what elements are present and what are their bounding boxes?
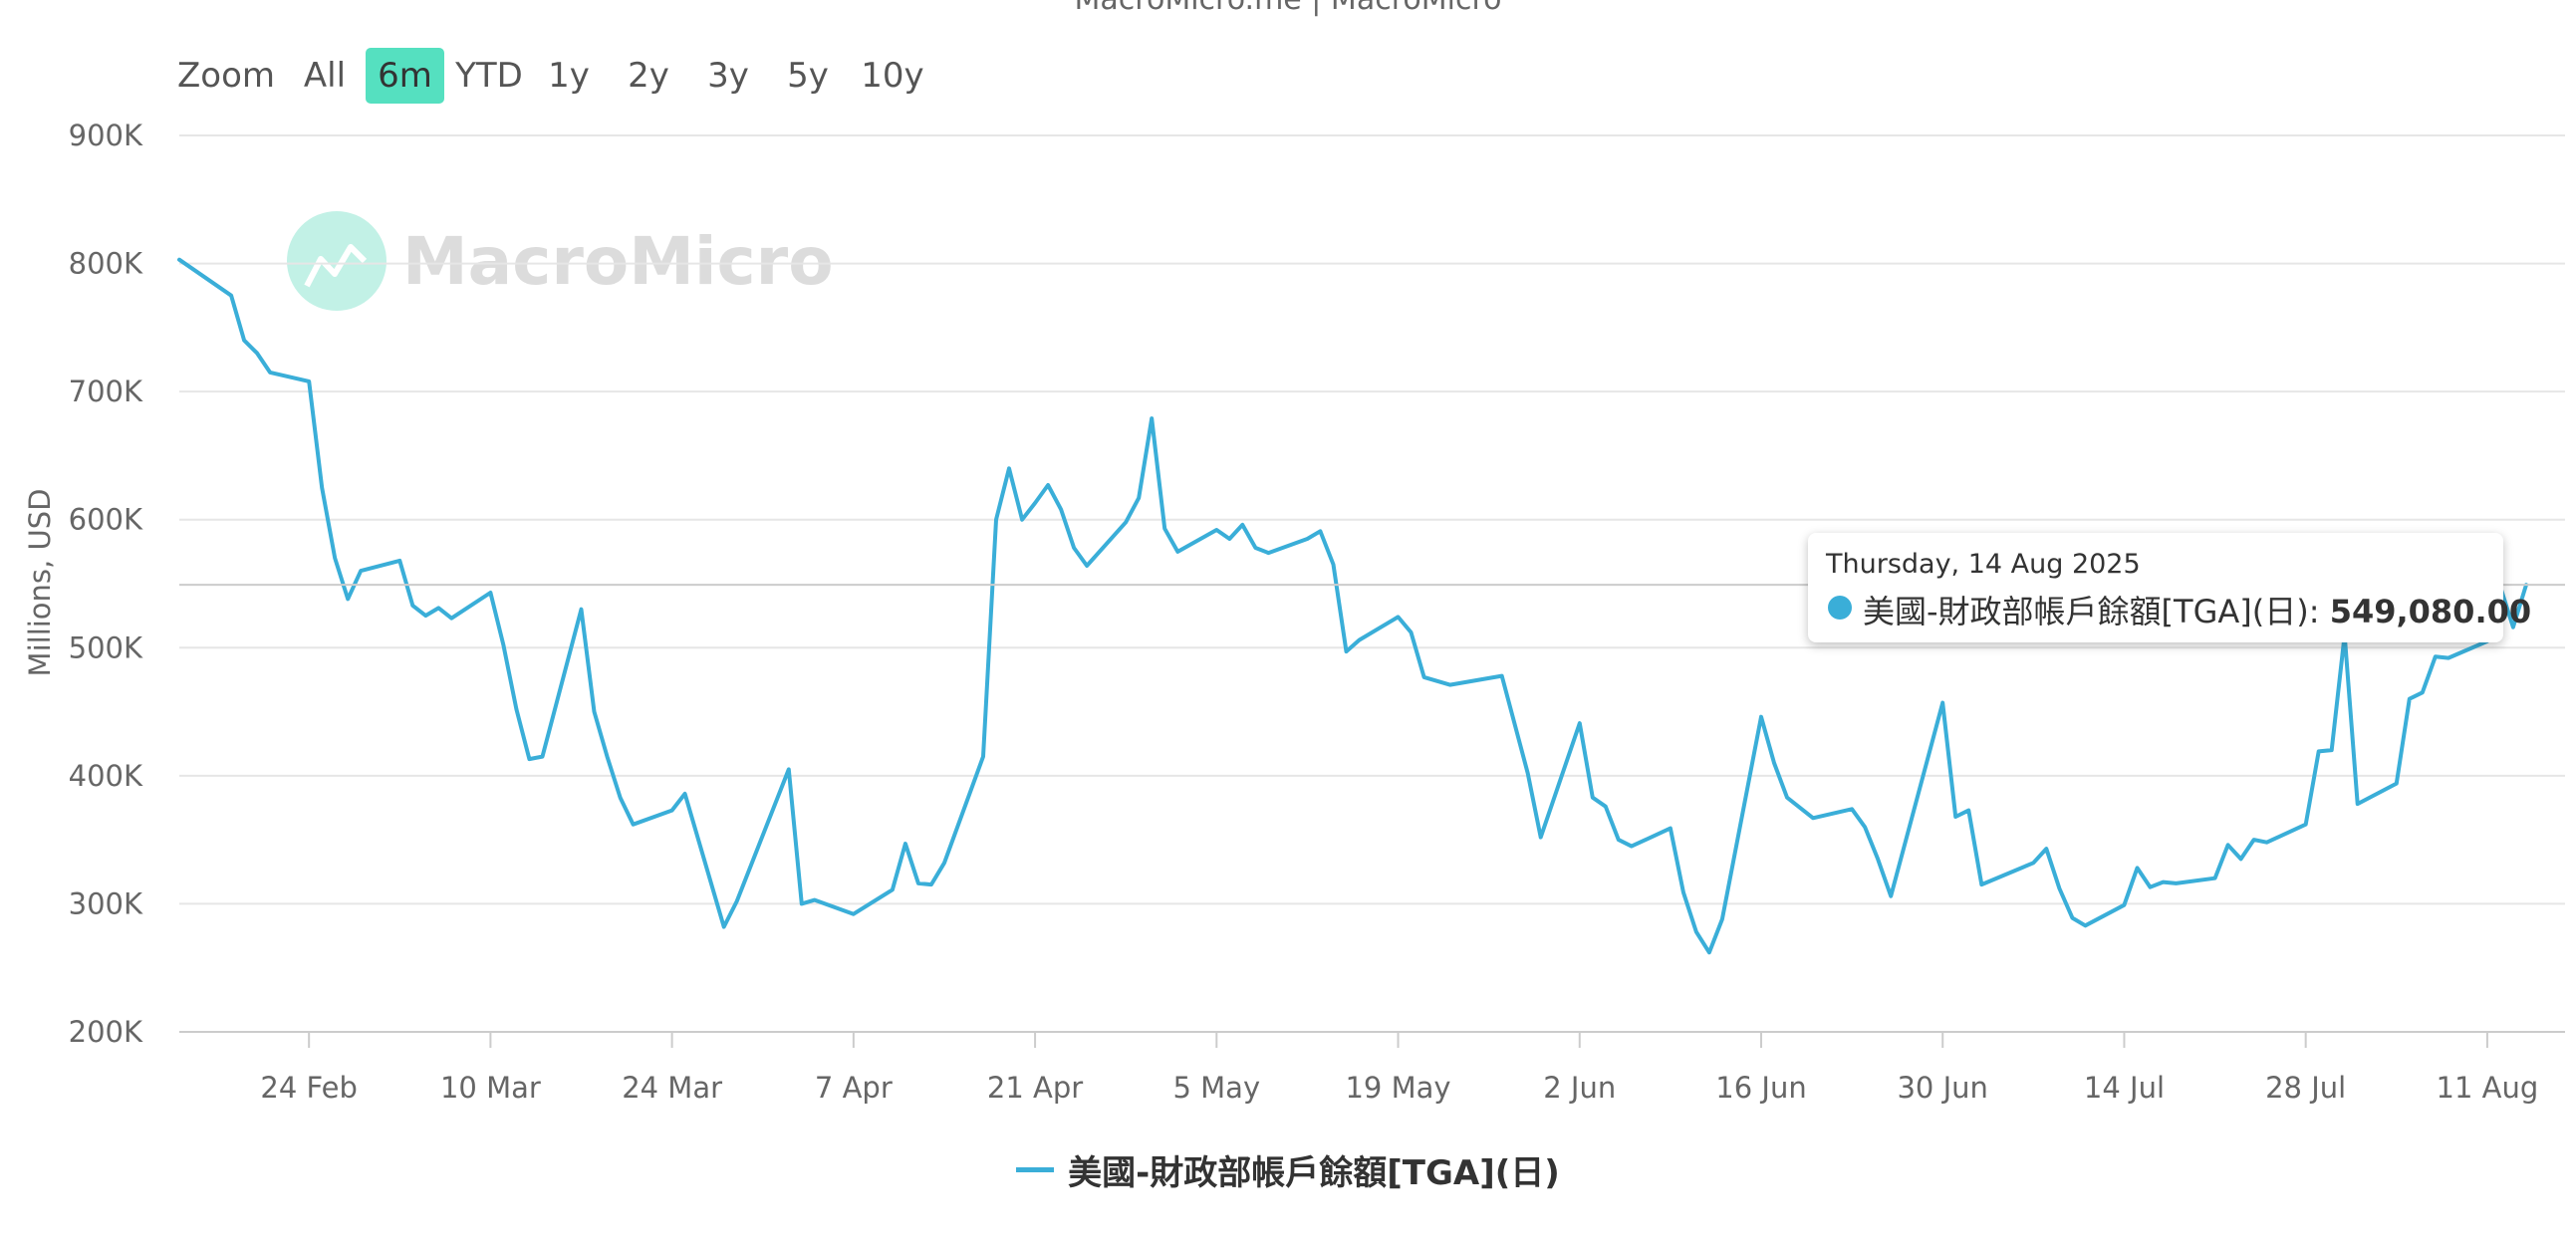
chart-legend: 美國-財政部帳戶餘額[TGA](日) xyxy=(0,1145,2576,1195)
y-tick-label: 500K xyxy=(69,630,143,664)
x-tick-label: 30 Jun xyxy=(1897,1071,1987,1105)
x-tick-label: 21 Apr xyxy=(987,1071,1083,1105)
chart-page: MacroMicro.me | MacroMicro Zoom All 6m Y… xyxy=(0,0,2576,1251)
x-axis: 24 Feb 10 Mar 24 Mar 7 Apr 21 Apr 5 May 19 May… xyxy=(179,1031,2565,1105)
tooltip-date: Thursday, 14 Aug 2025 xyxy=(1826,549,2141,580)
x-tick-label: 24 Mar xyxy=(622,1071,722,1105)
tooltip-value: 549,080.00 xyxy=(2329,593,2532,630)
y-tick-label: 200K xyxy=(69,1015,143,1049)
x-tick-label: 5 May xyxy=(1172,1071,1260,1105)
x-tick-label: 7 Apr xyxy=(815,1071,893,1105)
watermark-text: MacroMicro xyxy=(402,223,834,300)
x-tick-label: 24 Feb xyxy=(260,1071,357,1105)
macromicro-watermark: MacroMicro xyxy=(287,211,834,311)
y-tick-label: 800K xyxy=(69,247,143,281)
chart-tooltip: Thursday, 14 Aug 2025 美國-財政部帳戶餘額[TGA](日)… xyxy=(1808,533,2531,642)
legend-line-icon xyxy=(1016,1167,1055,1172)
watermark-logo-icon xyxy=(287,211,386,311)
x-tick-label: 16 Jun xyxy=(1715,1071,1806,1105)
y-axis: 200K 300K 400K 500K 600K 700K 800K 900K xyxy=(69,119,143,1049)
tooltip-series-row: 美國-財政部帳戶餘額[TGA](日): 549,080.00 xyxy=(1863,587,2531,632)
y-tick-label: 300K xyxy=(69,886,143,920)
x-tick-label: 14 Jul xyxy=(2084,1071,2165,1105)
tooltip-series-dot xyxy=(1828,596,1852,620)
x-tick-label: 19 May xyxy=(1345,1071,1450,1105)
x-tick-label: 2 Jun xyxy=(1543,1071,1616,1105)
y-tick-label: 700K xyxy=(69,375,143,408)
x-tick-label: 10 Mar xyxy=(440,1071,541,1105)
y-tick-label: 600K xyxy=(69,503,143,537)
x-tick-label: 11 Aug xyxy=(2437,1071,2539,1105)
y-axis-title: Millions, USD xyxy=(23,489,57,677)
legend-label: 美國-財政部帳戶餘額[TGA](日) xyxy=(1068,1153,1560,1193)
x-tick-label: 28 Jul xyxy=(2265,1071,2346,1105)
y-tick-label: 400K xyxy=(69,759,143,793)
tooltip-colon: : xyxy=(2308,593,2330,630)
y-tick-label: 900K xyxy=(69,119,143,152)
legend-item[interactable]: 美國-財政部帳戶餘額[TGA](日) xyxy=(1016,1145,1560,1194)
tooltip-series-name: 美國-財政部帳戶餘額[TGA](日) xyxy=(1863,593,2309,630)
